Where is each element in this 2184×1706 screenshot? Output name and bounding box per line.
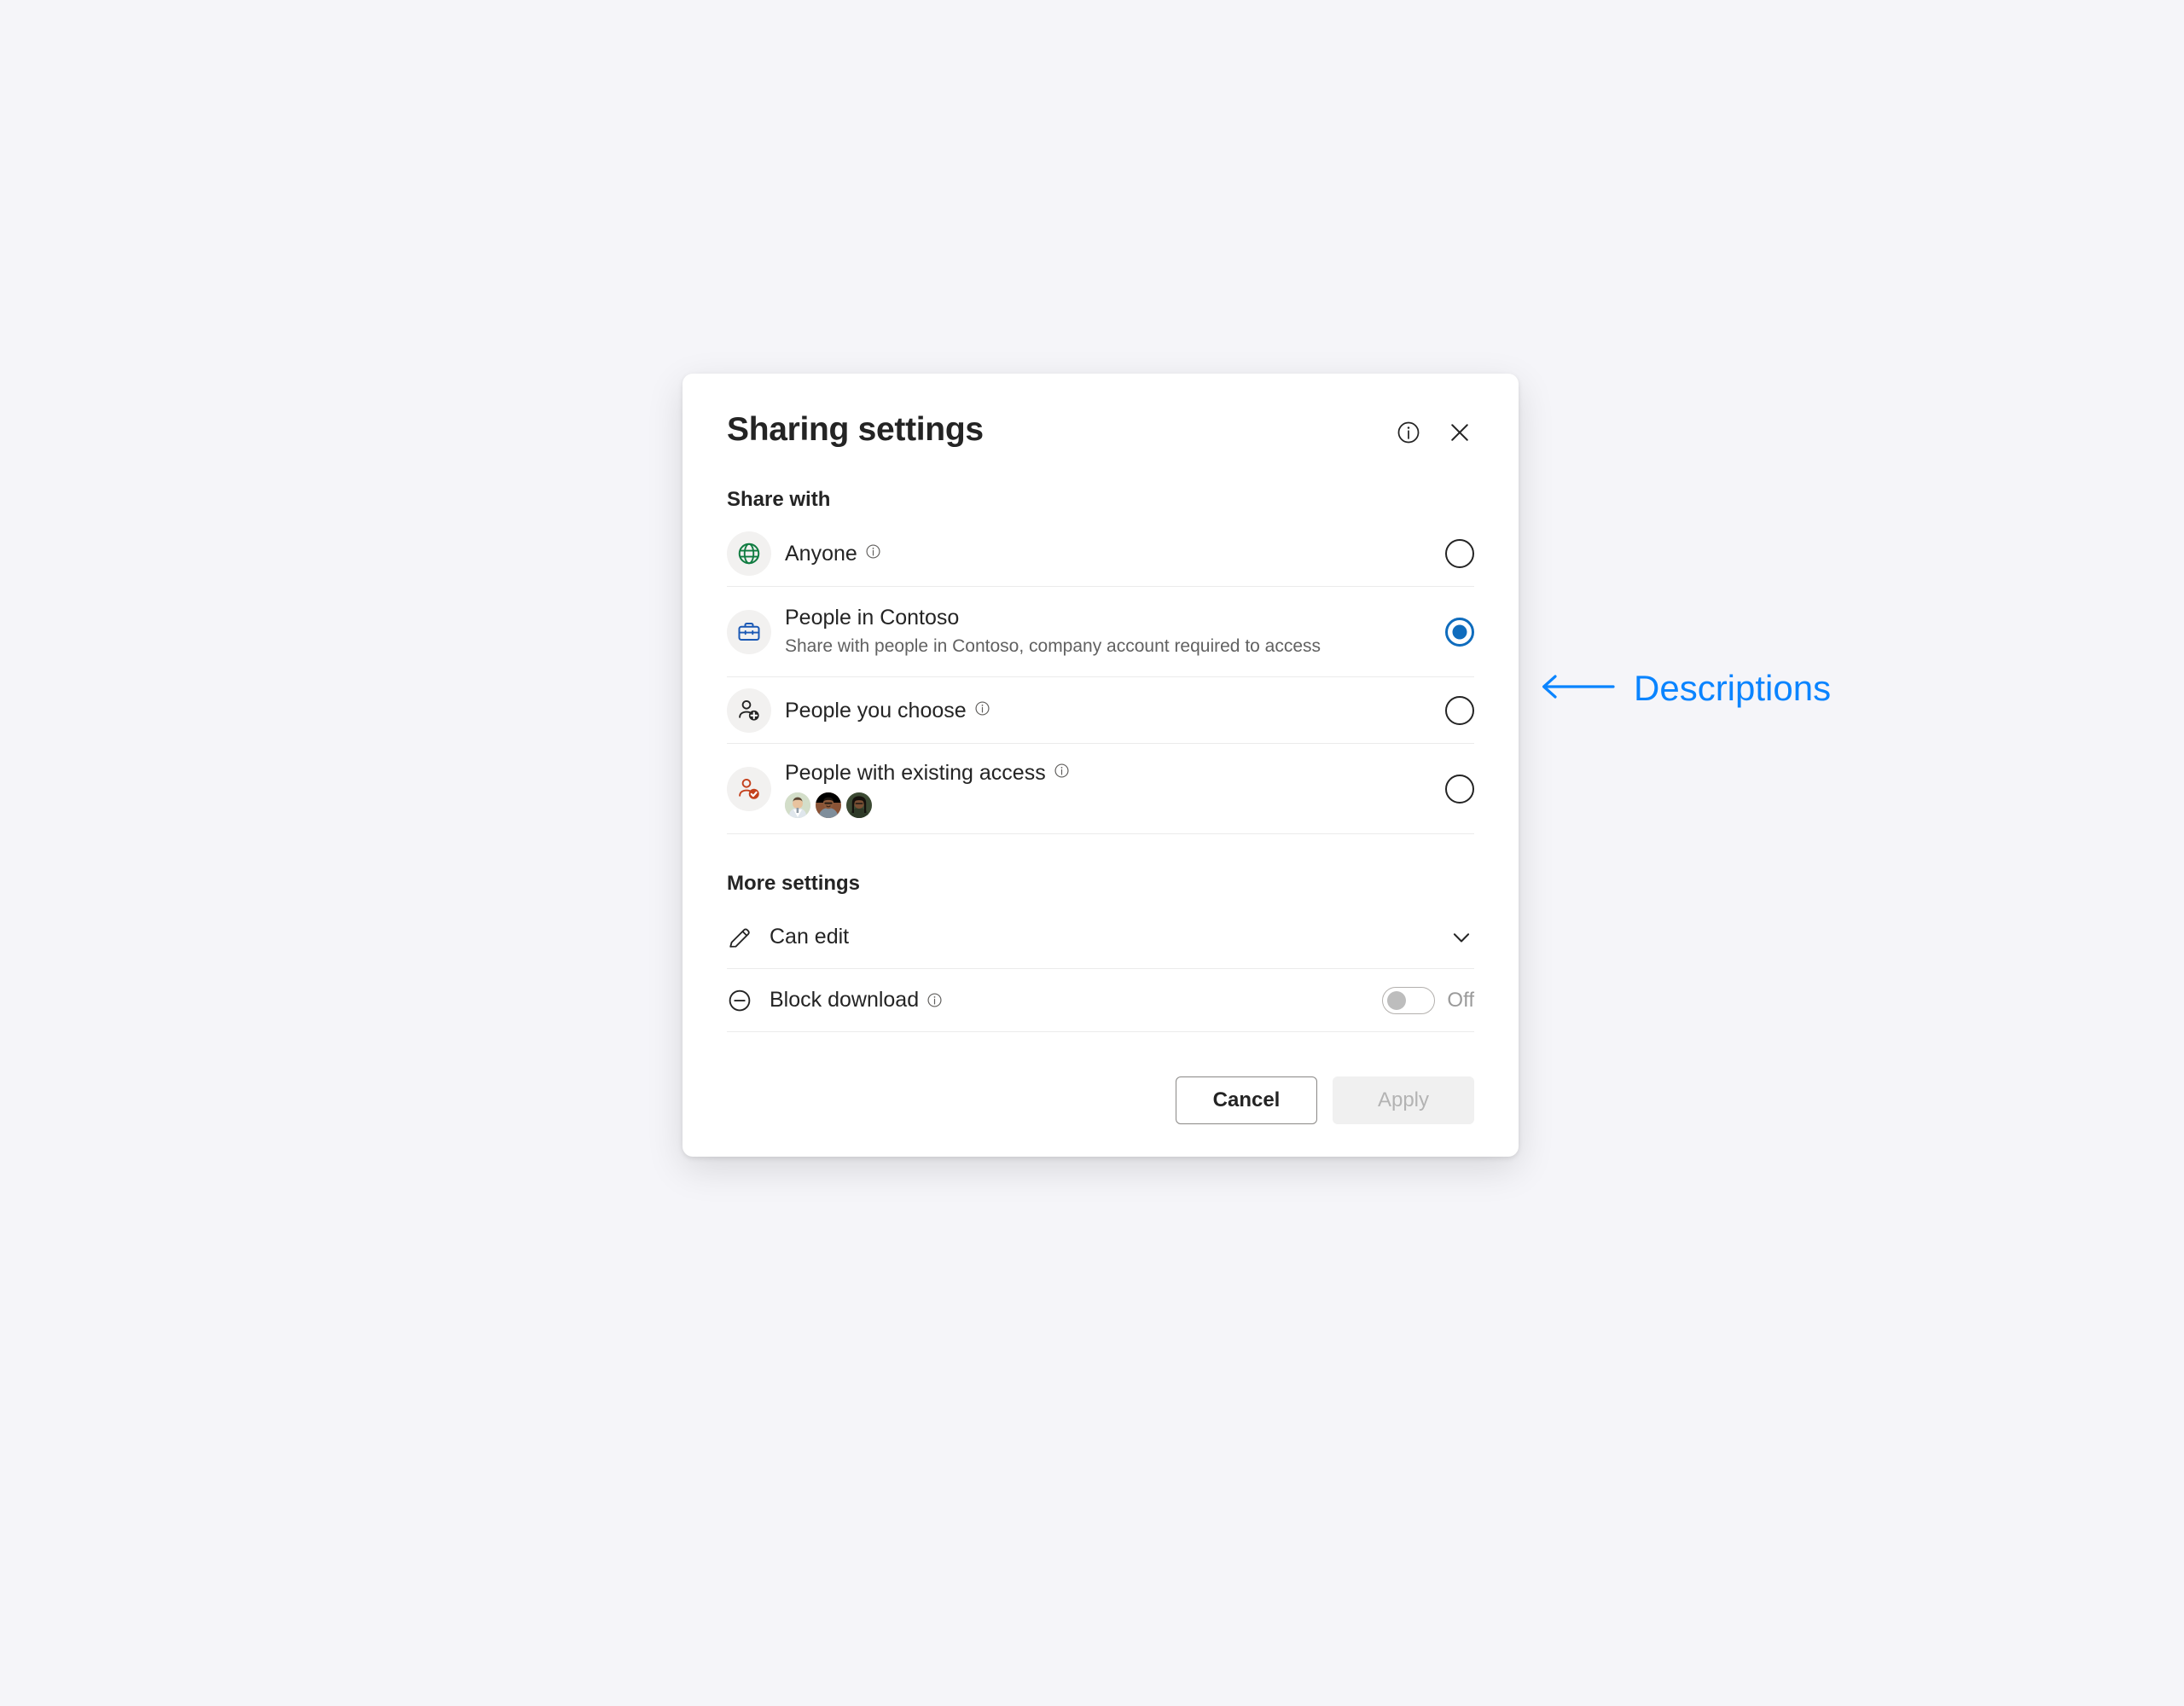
- option-body-anyone: Anyone: [785, 540, 1430, 567]
- apply-button: Apply: [1333, 1076, 1474, 1124]
- option-row-people-you-choose[interactable]: People you choose: [727, 677, 1474, 744]
- option-row-people-in-contoso[interactable]: People in Contoso Share with people in C…: [727, 587, 1474, 677]
- block-download-row[interactable]: Block download Off: [727, 969, 1474, 1032]
- option-title: People you choose: [785, 698, 967, 722]
- more-settings-label: More settings: [727, 872, 861, 895]
- info-icon-anyone[interactable]: [865, 543, 881, 564]
- dialog-header-actions: [1394, 413, 1474, 447]
- radio-people-in-contoso[interactable]: [1445, 617, 1474, 647]
- toggle-state-label: Off: [1447, 988, 1474, 1012]
- arrow-left-icon: [1540, 672, 1615, 705]
- avatar-person-1[interactable]: [785, 792, 810, 818]
- permission-row[interactable]: Can edit: [727, 906, 1474, 969]
- chevron-down-icon[interactable]: [1449, 925, 1474, 950]
- permission-label: Can edit: [770, 925, 850, 949]
- screen: Sharing settings Share with Anyone Peopl…: [0, 0, 2184, 1706]
- toggle-knob: [1387, 990, 1407, 1010]
- share-with-options: Anyone People in Contoso Share with peop…: [727, 520, 1474, 834]
- globe-icon: [727, 531, 771, 576]
- info-icon-people-you-choose[interactable]: [974, 700, 990, 721]
- share-with-label: Share with: [727, 488, 831, 511]
- block-download-label: Block download: [770, 988, 920, 1012]
- info-icon-people-with-existing-access[interactable]: [1054, 763, 1070, 783]
- existing-access-avatars: [785, 792, 1430, 818]
- radio-people-you-choose[interactable]: [1445, 695, 1474, 725]
- option-title-line: People in Contoso: [785, 604, 1430, 631]
- dialog-header: Sharing settings: [727, 413, 1474, 447]
- option-title: People in Contoso: [785, 606, 960, 630]
- option-row-people-with-existing-access[interactable]: People with existing access: [727, 744, 1474, 834]
- block-download-toggle-group: Off: [1382, 986, 1474, 1014]
- option-title-line: People with existing access: [785, 759, 1430, 786]
- annotation-label: Descriptions: [1634, 668, 1832, 708]
- cancel-button[interactable]: Cancel: [1176, 1076, 1317, 1124]
- avatar-person-3[interactable]: [846, 792, 872, 818]
- radio-people-with-existing-access[interactable]: [1445, 774, 1474, 804]
- option-title: Anyone: [785, 541, 857, 566]
- person-check-icon: [727, 766, 771, 811]
- close-icon[interactable]: [1445, 418, 1474, 447]
- info-icon-block-download[interactable]: [926, 992, 943, 1008]
- dialog-title: Sharing settings: [727, 411, 984, 448]
- pencil-icon: [727, 925, 759, 950]
- option-body-people-with-existing-access: People with existing access: [785, 759, 1430, 818]
- sharing-settings-dialog: Sharing settings Share with Anyone Peopl…: [682, 374, 1519, 1157]
- option-row-anyone[interactable]: Anyone: [727, 520, 1474, 587]
- option-description: Share with people in Contoso, company ac…: [785, 636, 1321, 657]
- option-title-line: People you choose: [785, 697, 1430, 724]
- option-title-line: Anyone: [785, 540, 1430, 567]
- minus-circle-icon: [727, 988, 759, 1013]
- block-download-toggle[interactable]: [1382, 986, 1436, 1014]
- info-circle-icon[interactable]: [1394, 418, 1423, 447]
- radio-anyone[interactable]: [1445, 538, 1474, 568]
- avatar-person-2[interactable]: [816, 792, 841, 818]
- option-title: People with existing access: [785, 761, 1046, 785]
- option-body-people-you-choose: People you choose: [785, 697, 1430, 724]
- briefcase-icon: [727, 609, 771, 654]
- person-add-icon: [727, 688, 771, 733]
- annotation-descriptions: Descriptions: [1540, 670, 1831, 706]
- option-body-people-in-contoso: People in Contoso Share with people in C…: [785, 604, 1430, 659]
- dialog-footer: Cancel Apply: [727, 1076, 1474, 1124]
